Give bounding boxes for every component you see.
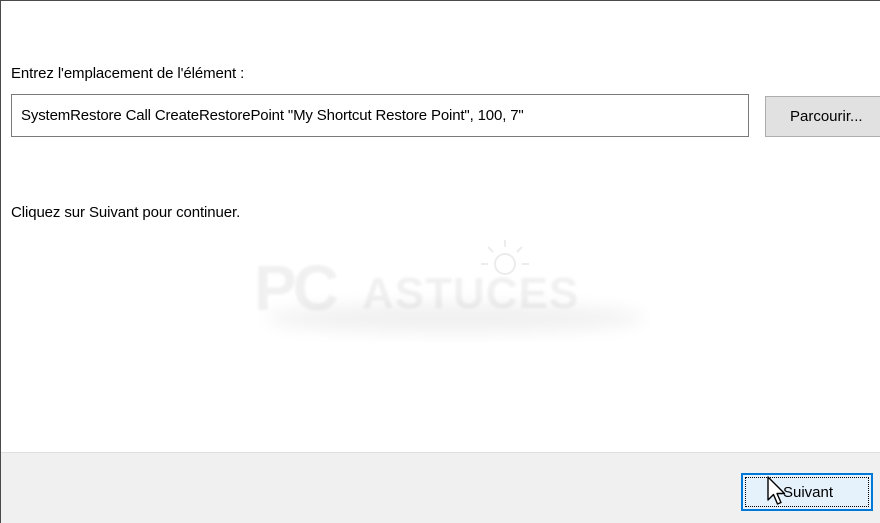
next-button-label: Suivant — [783, 483, 834, 501]
next-button[interactable]: Suivant — [741, 473, 873, 511]
location-label: Entrez l'emplacement de l'élément : — [11, 65, 245, 82]
continue-hint: Cliquez sur Suivant pour continuer. — [11, 204, 241, 221]
location-input[interactable] — [11, 94, 749, 137]
browse-button[interactable]: Parcourir... — [765, 96, 880, 137]
